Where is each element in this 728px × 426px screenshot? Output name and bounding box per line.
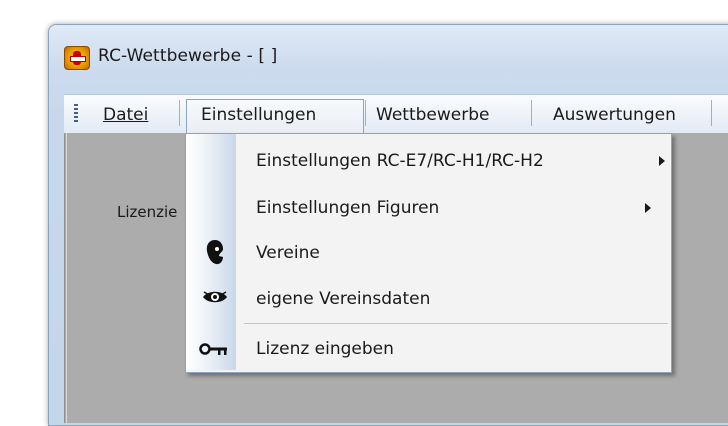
- menu-datei[interactable]: Datei: [103, 103, 148, 127]
- submenu-arrow-icon: [645, 203, 651, 213]
- menu-datei-label: Datei: [103, 105, 149, 125]
- menu-separator: [531, 100, 532, 126]
- dropdown-item-lizenz-eingeben[interactable]: Lizenz eingeben: [256, 337, 394, 361]
- app-logo-icon: [64, 46, 90, 70]
- club-head-icon: [206, 240, 223, 265]
- dropdown-item-eigene-vereinsdaten[interactable]: eigene Vereinsdaten: [256, 287, 430, 311]
- submenu-arrow-icon: [659, 156, 665, 166]
- menu-separator: [365, 100, 366, 126]
- mdi-edge: [66, 133, 67, 423]
- dropdown-item-einstellungen-rc[interactable]: Einstellungen RC-E7/RC-H1/RC-H2: [256, 149, 544, 173]
- dropdown-separator: [244, 323, 668, 324]
- dropdown-item-vereine[interactable]: Vereine: [256, 241, 320, 265]
- menu-separator: [711, 100, 712, 126]
- menu-separator: [179, 100, 180, 126]
- menu-wettbewerbe[interactable]: Wettbewerbe: [376, 103, 489, 127]
- key-icon: [199, 343, 227, 355]
- toolbar-grip-icon[interactable]: [74, 104, 78, 124]
- window-title: RC-Wettbewerbe - [ ]: [98, 46, 278, 66]
- dropdown-item-einstellungen-figuren[interactable]: Einstellungen Figuren: [256, 196, 439, 220]
- license-label: Lizenzie: [117, 203, 178, 221]
- menu-auswertungen[interactable]: Auswertungen: [553, 103, 676, 127]
- menu-einstellungen[interactable]: Einstellungen: [201, 103, 316, 127]
- eye-icon: [203, 291, 227, 303]
